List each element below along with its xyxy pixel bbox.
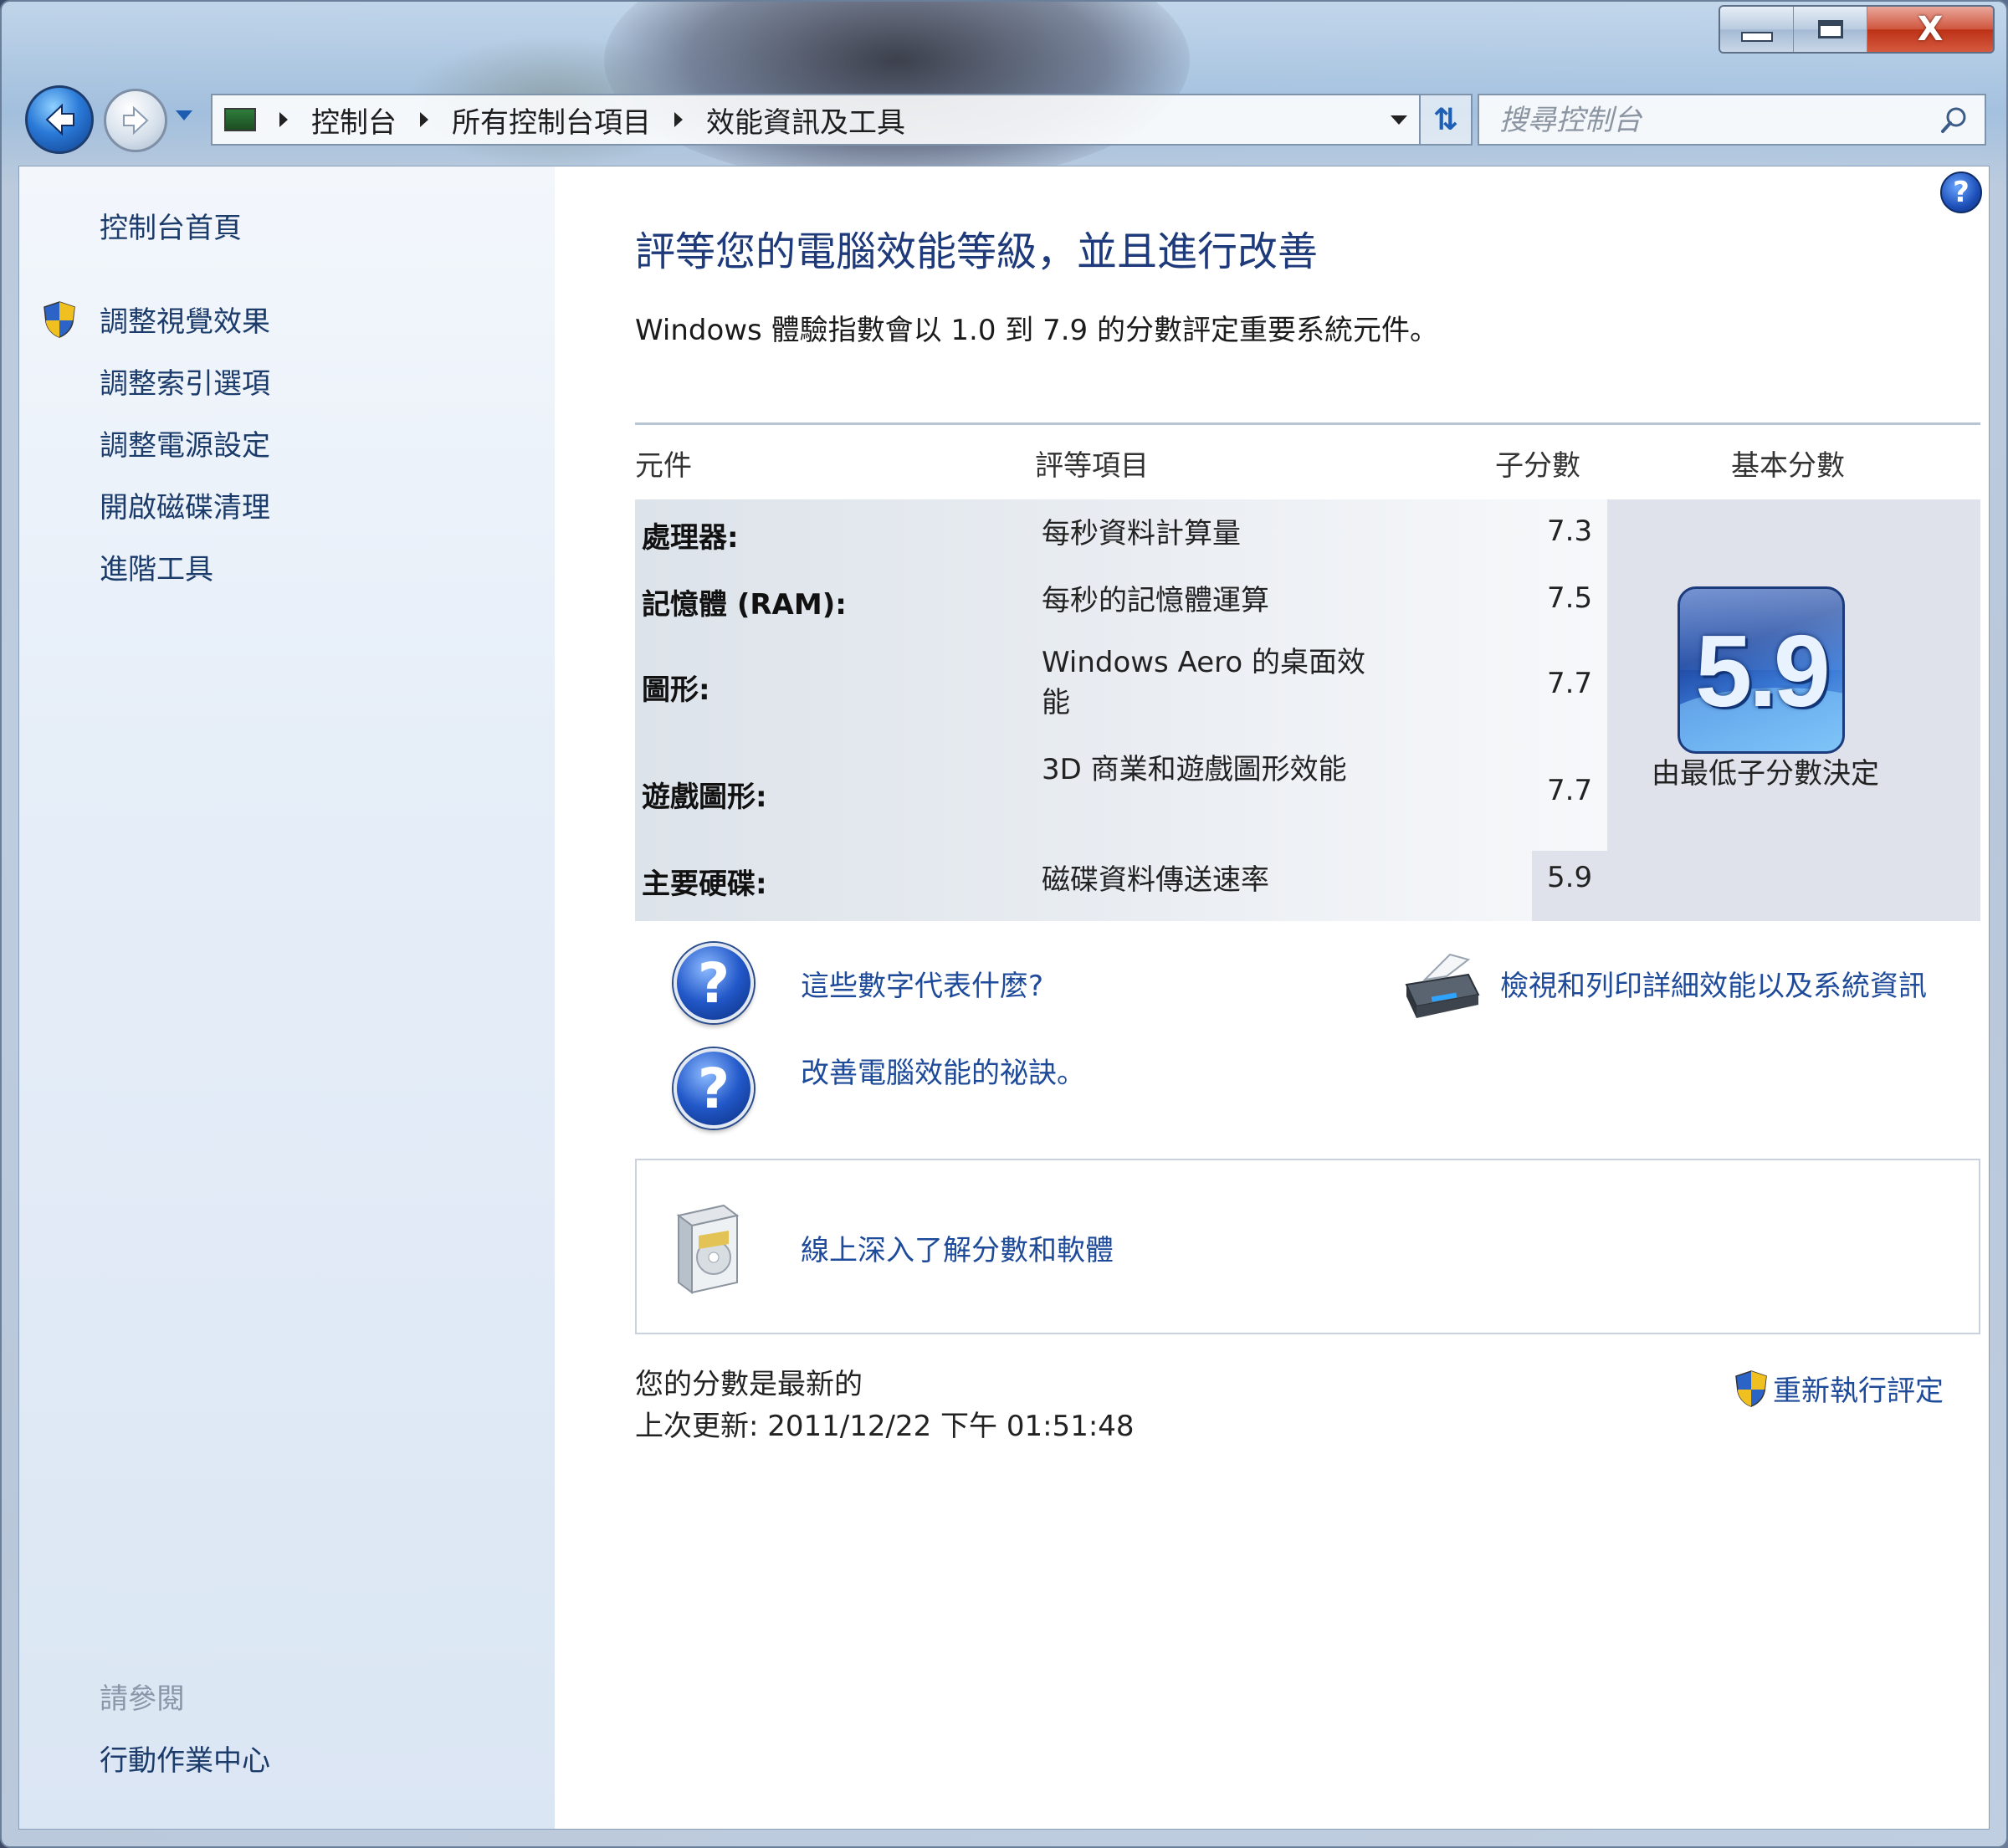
row-score-memory: 7.5 xyxy=(1547,581,1593,615)
row-label-primary-disk: 主要硬碟: xyxy=(642,868,767,901)
address-dropdown-icon[interactable] xyxy=(1391,115,1407,125)
row-desc-primary-disk: 磁碟資料傳送速率 xyxy=(1042,863,1269,897)
row-desc-processor: 每秒資料計算量 xyxy=(1042,517,1241,550)
content-area: 控制台首頁 調整視覺效果 調整索引選項 調整電源設定 開啟磁碟清理 進階工具 請… xyxy=(18,166,1990,1830)
row-desc-gaming-graphics: 3D 商業和遊戲圖形效能 xyxy=(1042,753,1347,786)
sidebar-item-home[interactable]: 控制台首頁 xyxy=(100,205,242,246)
see-also-heading: 請參閱 xyxy=(100,1682,185,1716)
back-button[interactable] xyxy=(25,85,94,154)
score-table: 處理器: 每秒資料計算量 7.3 記憶體 (RAM): 每秒的記憶體運算 7.5… xyxy=(635,499,1980,921)
window-caption-buttons: X xyxy=(1719,5,1995,54)
row-score-primary-disk: 5.9 xyxy=(1547,861,1593,894)
row-label-graphics: 圖形: xyxy=(642,673,710,707)
minimize-button[interactable] xyxy=(1720,7,1794,52)
last-updated-text: 上次更新: 2011/12/22 下午 01:51:48 xyxy=(635,1410,1135,1443)
column-header-base-score: 基本分數 xyxy=(1731,449,1845,483)
row-score-processor: 7.3 xyxy=(1547,514,1593,548)
maximize-button[interactable] xyxy=(1794,7,1867,52)
online-learn-box: 線上深入了解分數和軟體 xyxy=(635,1159,1980,1334)
score-status-text: 您的分數是最新的 xyxy=(635,1368,863,1401)
sidebar-item-disk-cleanup[interactable]: 開啟磁碟清理 xyxy=(100,484,270,525)
row-desc-memory: 每秒的記憶體運算 xyxy=(1042,584,1269,617)
navigation-bar: 控制台 所有控制台項目 效能資訊及工具 ⇅ xyxy=(25,85,1986,156)
question-icon: ? xyxy=(674,943,754,1023)
base-score-caption: 由最低子分數決定 xyxy=(1652,757,1879,791)
recent-pages-dropdown[interactable] xyxy=(176,110,192,120)
help-button[interactable]: ? xyxy=(1940,171,1982,213)
row-score-graphics: 7.7 xyxy=(1547,667,1593,700)
left-navigation-pane: 控制台首頁 調整視覺效果 調整索引選項 調整電源設定 開啟磁碟清理 進階工具 請… xyxy=(19,166,555,1829)
sidebar-item-advanced-tools[interactable]: 進階工具 xyxy=(100,546,213,587)
learn-online-link[interactable]: 線上深入了解分數和軟體 xyxy=(801,1227,1114,1268)
printer-icon xyxy=(1405,953,1480,1018)
control-panel-icon xyxy=(224,108,256,131)
software-box-icon xyxy=(676,1204,740,1294)
maximize-icon xyxy=(1817,20,1843,38)
row-label-memory: 記憶體 (RAM): xyxy=(642,588,847,622)
forward-arrow-icon xyxy=(123,105,149,136)
address-bar[interactable]: 控制台 所有控制台項目 效能資訊及工具 xyxy=(211,94,1421,146)
column-header-component: 元件 xyxy=(635,449,692,483)
what-numbers-link[interactable]: 這些數字代表什麼? xyxy=(801,963,1043,1004)
sidebar-item-power[interactable]: 調整電源設定 xyxy=(100,422,270,463)
sidebar-item-action-center[interactable]: 行動作業中心 xyxy=(100,1738,270,1779)
breadcrumb-chevron-icon[interactable] xyxy=(420,112,428,127)
uac-shield-icon xyxy=(1735,1369,1767,1407)
sidebar-item-visual-effects[interactable]: 調整視覺效果 xyxy=(100,299,270,340)
base-score-value: 5.9 xyxy=(1695,614,1831,728)
refresh-button[interactable]: ⇅ xyxy=(1421,94,1473,146)
breadcrumb-all-items[interactable]: 所有控制台項目 xyxy=(452,100,651,141)
back-arrow-icon xyxy=(45,103,74,136)
breadcrumb-performance-tools[interactable]: 效能資訊及工具 xyxy=(706,100,905,141)
view-print-details-link[interactable]: 檢視和列印詳細效能以及系統資訊 xyxy=(1500,963,1927,1004)
rerun-assessment-link[interactable]: 重新執行評定 xyxy=(1734,1368,1944,1409)
improve-tips-link[interactable]: 改善電腦效能的祕訣。 xyxy=(801,1050,1085,1091)
breadcrumb-chevron-icon[interactable] xyxy=(279,112,288,127)
base-score-badge: 5.9 xyxy=(1678,586,1845,754)
page-title: 評等您的電腦效能等級，並且進行改善 xyxy=(635,228,1319,275)
rerun-assessment-label: 重新執行評定 xyxy=(1773,1374,1944,1408)
sidebar-item-indexing[interactable]: 調整索引選項 xyxy=(100,361,270,402)
minimize-icon xyxy=(1740,32,1773,42)
column-header-subscore: 子分數 xyxy=(1495,449,1580,483)
close-button[interactable]: X xyxy=(1867,7,1993,52)
column-header-rated: 評等項目 xyxy=(1035,449,1149,483)
close-icon: X xyxy=(1917,10,1944,49)
main-pane: ? 評等您的電腦效能等級，並且進行改善 Windows 體驗指數會以 1.0 到… xyxy=(555,166,1989,1829)
search-icon[interactable] xyxy=(1939,105,1970,136)
refresh-icon: ⇅ xyxy=(1432,102,1459,137)
uac-shield-icon xyxy=(44,301,75,338)
row-label-processor: 處理器: xyxy=(642,521,739,555)
control-panel-window: X 控制台 所有控制台項目 效能資訊及工具 ⇅ 搜尋控制台 控制台首頁 調整視覺… xyxy=(0,0,2008,1848)
forward-button[interactable] xyxy=(104,89,167,152)
row-desc-graphics: Windows Aero 的桌面效能 xyxy=(1042,646,1365,719)
row-score-gaming-graphics: 7.7 xyxy=(1547,774,1593,807)
question-icon: ? xyxy=(674,1048,754,1129)
search-input[interactable] xyxy=(1479,95,1953,146)
breadcrumb-control-panel[interactable]: 控制台 xyxy=(311,100,397,141)
help-icon: ? xyxy=(1953,176,1970,209)
search-box xyxy=(1478,94,1986,146)
table-divider xyxy=(635,422,1980,425)
breadcrumb-chevron-icon[interactable] xyxy=(674,112,683,127)
intro-text: Windows 體驗指數會以 1.0 到 7.9 的分數評定重要系統元件。 xyxy=(635,314,1438,347)
row-label-gaming-graphics: 遊戲圖形: xyxy=(642,781,767,814)
